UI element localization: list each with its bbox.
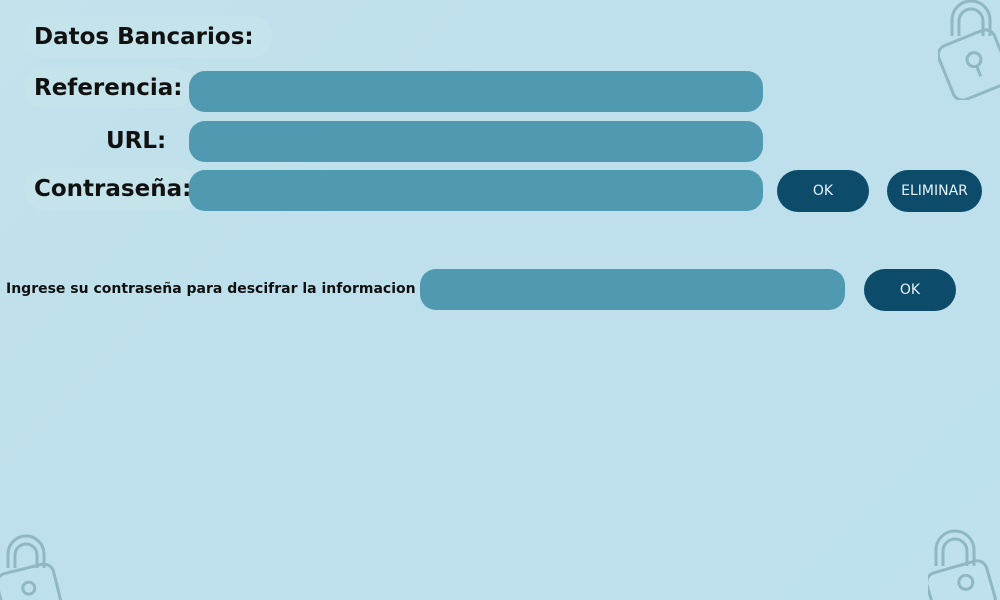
eliminar-button[interactable]: ELIMINAR bbox=[887, 170, 982, 212]
eliminar-button-label: ELIMINAR bbox=[901, 183, 968, 199]
decrypt-prompt-text: Ingrese su contraseña para descifrar la … bbox=[6, 281, 416, 297]
lock-icon bbox=[938, 0, 1000, 100]
referencia-label-text: Referencia: bbox=[34, 75, 183, 101]
decrypt-ok-button-label: OK bbox=[899, 282, 921, 298]
contrasena-label-text: Contraseña: bbox=[34, 176, 192, 202]
ok-button-label: OK bbox=[812, 183, 834, 199]
url-label-text: URL: bbox=[106, 128, 167, 154]
form-title: Datos Bancarios: bbox=[24, 16, 272, 58]
ok-button[interactable]: OK bbox=[777, 170, 869, 212]
referencia-label: Referencia: bbox=[24, 68, 195, 108]
contrasena-label: Contraseña: bbox=[24, 168, 200, 210]
decrypt-prompt: Ingrese su contraseña para descifrar la … bbox=[6, 281, 416, 297]
form-title-text: Datos Bancarios: bbox=[34, 24, 254, 50]
url-label: URL: bbox=[96, 121, 176, 161]
referencia-input[interactable] bbox=[189, 71, 763, 112]
contrasena-input[interactable] bbox=[189, 170, 763, 211]
lock-icon bbox=[928, 529, 997, 600]
lock-icon bbox=[0, 534, 63, 600]
decrypt-ok-button[interactable]: OK bbox=[864, 269, 956, 311]
url-input[interactable] bbox=[189, 121, 763, 162]
decrypt-password-input[interactable] bbox=[420, 269, 845, 310]
